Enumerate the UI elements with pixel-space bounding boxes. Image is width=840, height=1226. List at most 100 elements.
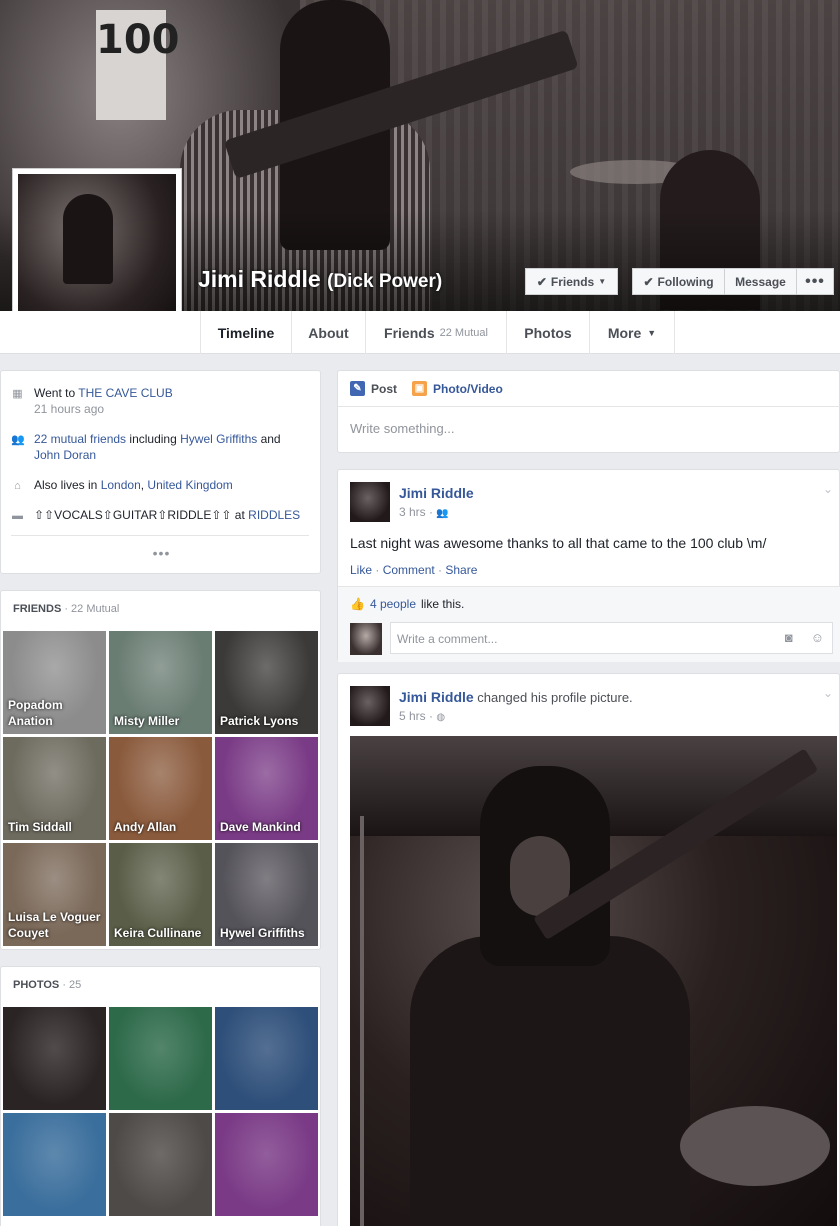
post-timestamp[interactable]: 3 hrs · 👥 <box>399 505 449 519</box>
mutual-friend-link-1[interactable]: Hywel Griffiths <box>180 432 257 446</box>
photos-section-title[interactable]: PHOTOS · 25 <box>13 979 81 991</box>
post-text: Last night was awesome thanks to all tha… <box>350 535 767 551</box>
friend-tile[interactable]: Andy Allan <box>109 737 212 840</box>
composer-tabs: ✎ Post ▣ Photo/Video <box>338 371 840 407</box>
post-author-avatar[interactable] <box>350 482 390 522</box>
post-photo[interactable] <box>350 736 837 1226</box>
home-icon: ⌂ <box>14 480 21 492</box>
commenter-avatar <box>350 623 382 655</box>
composer-input[interactable]: Write something... <box>350 421 455 436</box>
photos-title-count: · 25 <box>59 979 82 991</box>
post-time-text: 5 hrs · <box>399 709 434 723</box>
message-button[interactable]: Message <box>724 268 797 295</box>
chevron-down-icon[interactable]: ⌄ <box>823 482 833 496</box>
chevron-down-icon[interactable]: ⌄ <box>823 686 833 700</box>
friends-title-text: FRIENDS <box>13 603 62 615</box>
following-button[interactable]: ✔ Following <box>632 268 725 295</box>
friend-tile[interactable]: Dave Mankind <box>215 737 318 840</box>
photo-tile[interactable] <box>215 1113 318 1216</box>
friends-grid: Popadom Anation Misty Miller Patrick Lyons… <box>3 631 318 946</box>
tab-about[interactable]: About <box>292 311 366 354</box>
friend-name: Keira Cullinane <box>114 926 202 940</box>
friends-button[interactable]: ✔ Friends ▼ <box>525 268 618 295</box>
photo-tile[interactable] <box>109 1113 212 1216</box>
photo-tile[interactable] <box>215 1007 318 1110</box>
friend-tile[interactable]: Hywel Griffiths <box>215 843 318 946</box>
friend-name: Patrick Lyons <box>220 714 299 728</box>
friend-name: Tim Siddall <box>8 820 72 834</box>
profile-tab-bar: Timeline About Friends 22 Mutual Photos … <box>0 311 840 354</box>
intro-went-prefix: Went to <box>34 386 79 400</box>
friends-button-label: Friends <box>550 274 595 289</box>
intro-lives-in: ⌂ Also lives in London, United Kingdom <box>11 477 306 493</box>
post-author-line: Jimi Riddle changed his profile picture. <box>399 689 633 705</box>
friend-tile[interactable]: Popadom Anation <box>3 631 106 734</box>
comment-link[interactable]: Comment <box>383 563 435 577</box>
friend-tile[interactable]: Misty Miller <box>109 631 212 734</box>
check-icon: ✔ <box>643 274 654 289</box>
profile-picture-image <box>18 174 176 332</box>
share-link[interactable]: Share <box>445 563 477 577</box>
post-author-avatar[interactable] <box>350 686 390 726</box>
post-author-name[interactable]: Jimi Riddle <box>399 689 474 705</box>
tab-more[interactable]: More ▼ <box>590 311 675 354</box>
comment-input[interactable]: Write a comment... ◙ ☺ <box>390 622 833 654</box>
mutual-friends-link[interactable]: 22 mutual friends <box>34 432 126 446</box>
friends-section-title[interactable]: FRIENDS · 22 Mutual <box>13 603 119 615</box>
composer-tab-post[interactable]: ✎ Post <box>350 381 397 396</box>
photos-title-text: PHOTOS <box>13 979 60 991</box>
tab-photos[interactable]: Photos <box>507 311 590 354</box>
more-options-button[interactable]: ••• <box>796 268 834 295</box>
post-actions: Like · Comment · Share <box>350 563 478 577</box>
photo-mic-stand <box>360 816 364 1226</box>
intro-work-title: ⇧⇧VOCALS⇧GUITAR⇧RIDDLE⇧⇧ <box>34 508 232 522</box>
tab-friends[interactable]: Friends 22 Mutual <box>366 311 507 354</box>
camera-icon[interactable]: ◙ <box>785 630 793 645</box>
like-link[interactable]: Like <box>350 563 372 577</box>
profile-name-text: Jimi Riddle <box>198 266 321 292</box>
post-card: Jimi Riddle changed his profile picture.… <box>337 673 840 1226</box>
photo-tile[interactable] <box>3 1113 106 1216</box>
photo-icon: ▣ <box>412 381 427 396</box>
friend-name: Popadom Anation <box>8 698 63 728</box>
globe-icon: ◍ <box>436 712 446 723</box>
tab-timeline[interactable]: Timeline <box>200 311 292 354</box>
photo-tile[interactable] <box>3 1007 106 1110</box>
intro-went-to: ▦ Went to THE CAVE CLUB 21 hours ago <box>11 385 306 417</box>
intro-see-more[interactable]: ••• <box>1 545 322 561</box>
friend-tile[interactable]: Tim Siddall <box>3 737 106 840</box>
riddles-link[interactable]: RIDDLES <box>248 508 300 522</box>
friend-name: Luisa Le Voguer Couyet <box>8 910 101 940</box>
cave-club-link[interactable]: THE CAVE CLUB <box>78 386 172 400</box>
intro-lives-prefix: Also lives in <box>34 478 101 492</box>
london-link[interactable]: London <box>101 478 141 492</box>
friend-tile[interactable]: Patrick Lyons <box>215 631 318 734</box>
post-author-name[interactable]: Jimi Riddle <box>399 485 474 501</box>
post-feedback: 👍 4 people like this. Write a comment...… <box>338 586 840 662</box>
intro-went-time: 21 hours ago <box>34 402 105 416</box>
following-button-label: Following <box>657 274 714 289</box>
united-kingdom-link[interactable]: United Kingdom <box>147 478 232 492</box>
photo-tile[interactable] <box>109 1007 212 1110</box>
emoji-icon[interactable]: ☺ <box>811 630 824 645</box>
intro-divider <box>11 535 309 536</box>
thumbs-up-icon: 👍 <box>350 597 365 611</box>
photo-drum <box>680 1106 830 1186</box>
composer-tab-photo[interactable]: ▣ Photo/Video <box>412 381 503 396</box>
club-sign-graphic: 100 <box>96 10 180 120</box>
intro-mutual-text: 22 mutual friends including Hywel Griffi… <box>34 431 306 463</box>
mutual-friend-link-2[interactable]: John Doran <box>34 448 96 462</box>
photos-card: PHOTOS · 25 <box>0 966 321 1226</box>
intro-went-text: Went to THE CAVE CLUB 21 hours ago <box>34 385 173 417</box>
profile-name: Jimi Riddle (Dick Power) <box>198 266 442 293</box>
friend-tile[interactable]: Luisa Le Voguer Couyet <box>3 843 106 946</box>
tab-label: Timeline <box>217 324 275 341</box>
briefcase-icon: ▬ <box>12 510 23 522</box>
composer-photo-label: Photo/Video <box>433 381 503 396</box>
composer-post-label: Post <box>371 381 398 396</box>
likers-link[interactable]: 4 people <box>370 597 416 611</box>
intro-work: ▬ ⇧⇧VOCALS⇧GUITAR⇧RIDDLE⇧⇧ at RIDDLES <box>11 507 306 523</box>
friend-tile[interactable]: Keira Cullinane <box>109 843 212 946</box>
post-composer: ✎ Post ▣ Photo/Video Write something... <box>337 370 840 453</box>
post-timestamp[interactable]: 5 hrs · ◍ <box>399 709 445 723</box>
